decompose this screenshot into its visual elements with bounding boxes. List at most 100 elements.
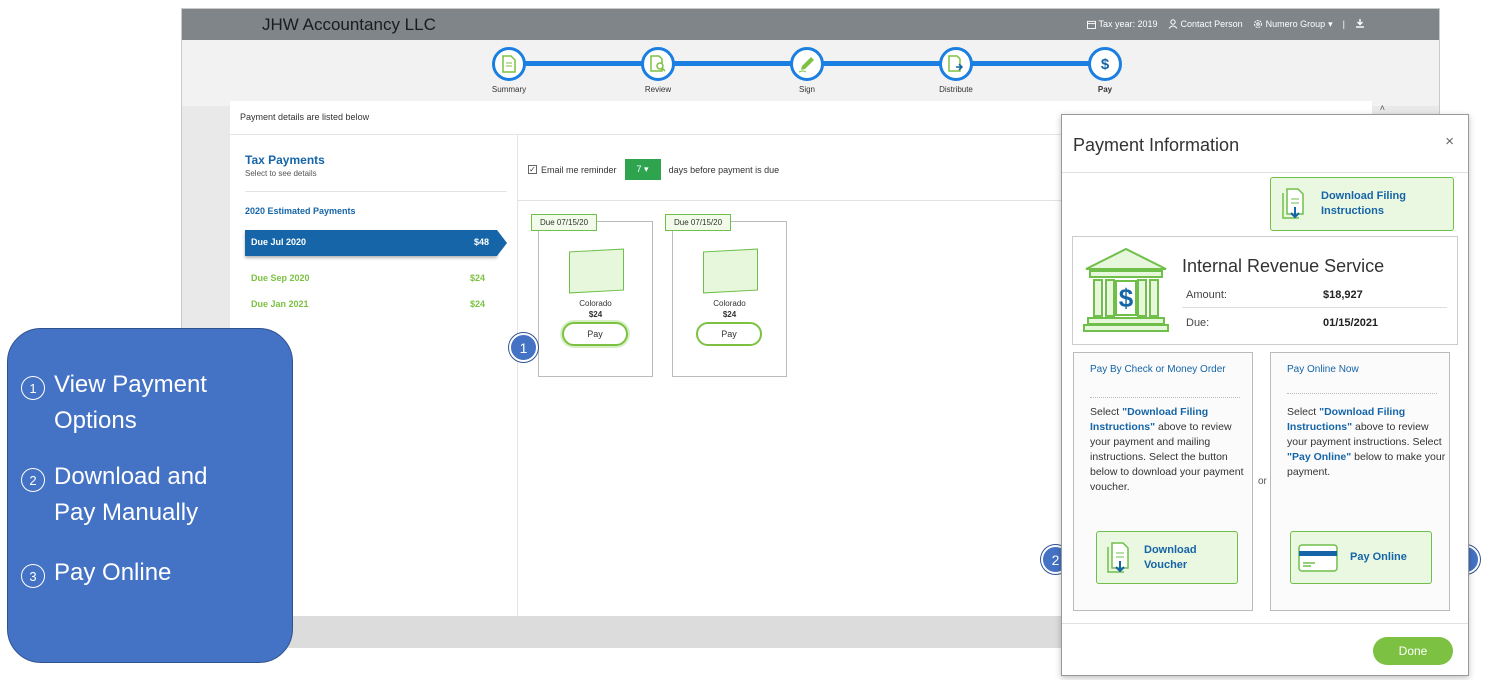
estimated-payments-title: 2020 Estimated Payments [245,206,356,216]
document-icon [492,47,526,81]
irs-payment-summary: $ Internal Revenue Service Amount: $18,9… [1072,236,1458,345]
reminder-days-dropdown[interactable]: 7 ▾ [624,159,661,180]
colorado-state-icon [569,248,624,294]
due-date-tag: Due 07/15/20 [531,214,598,231]
done-button[interactable]: Done [1373,637,1453,665]
state-name: Colorado [713,299,746,308]
due-label: Due: [1186,317,1210,329]
due-value: 01/15/2021 [1323,317,1379,329]
download-voucher-button[interactable]: Download Voucher [1096,531,1238,584]
divider [1062,623,1468,624]
callout-legend: 1 View Payment Options 2 Download and Pa… [7,328,293,663]
payment-item-label: Due Jul 2020 [251,237,307,247]
top-bar: JHW Accountancy LLC Tax year: 2019 Conta… [182,9,1439,40]
svg-text:$: $ [1119,283,1134,313]
step-pay[interactable]: $ Pay [1075,47,1135,94]
payment-item-label: Due Jan 2021 [251,299,309,309]
option-instructions: Select "Download Filing Instructions" ab… [1287,406,1446,478]
option-title: Pay By Check or Money Order [1090,364,1226,375]
button-label: Download Voucher [1144,543,1197,571]
tax-payments-subtitle: Select to see details [245,169,317,178]
contact-person-label: Contact Person [1180,19,1243,29]
separator: | [1342,19,1345,29]
divider [1287,393,1437,394]
contact-person-link[interactable]: Contact Person [1168,19,1243,29]
due-date-tag: Due 07/15/20 [665,214,732,231]
button-label: Pay Online [1350,551,1407,563]
calendar-icon [1086,20,1096,29]
workflow-stepper: Summary Review Sign Distribute $ Pay [182,40,1439,106]
amount-label: Amount: [1186,289,1227,301]
pay-button[interactable]: Pay [696,322,762,346]
callout-number: 2 [21,468,45,492]
payee-name: Internal Revenue Service [1182,256,1385,276]
payment-card: Due 07/15/20 Colorado $24 Pay [531,214,653,377]
callout-number: 3 [21,564,45,588]
payment-item[interactable]: Due Jan 2021 $24 [251,299,485,309]
document-search-icon [641,47,675,81]
callout-item: 3 Pay Online [21,555,244,591]
document-share-icon [939,47,973,81]
download-icon[interactable] [1355,18,1365,30]
state-name: Colorado [579,299,612,308]
close-icon[interactable]: × [1445,133,1454,150]
payment-card: Due 07/15/20 Colorado $24 Pay [665,214,787,377]
callout-item: 2 Download and Pay Manually [21,459,244,531]
pay-button[interactable]: Pay [562,322,628,346]
tax-payments-title: Tax Payments [245,153,325,167]
payment-item-amount: $48 [473,237,489,247]
reminder-checkbox[interactable]: ✓ [528,165,537,174]
step-label: Sign [798,85,815,94]
group-selector[interactable]: Numero Group ▾ [1253,19,1333,30]
person-icon [1168,19,1177,29]
group-label: Numero Group [1265,19,1326,29]
bank-icon: $ [1083,247,1169,332]
pen-icon [790,47,824,81]
reminder-suffix: days before payment is due [668,164,780,175]
step-summary[interactable]: Summary [479,47,539,94]
payment-item-selected[interactable]: Due Jul 2020 $48 [245,230,507,256]
marker-1: 1 [509,333,538,362]
email-reminder: ✓ Email me reminder 7 ▾ days before paym… [528,159,779,180]
step-label: Summary [491,85,527,94]
step-label: Review [644,85,672,94]
payment-item[interactable]: Due Sep 2020 $24 [251,273,485,283]
divider [1062,172,1468,173]
document-download-icon [1282,188,1304,219]
payment-information-dialog: Payment Information × Download Filing In… [1061,114,1469,676]
reminder-prefix: Email me reminder [541,164,617,175]
button-label: Download Filing Instructions [1321,190,1406,217]
divider [1182,307,1447,308]
callout-text: Download and Pay Manually [54,463,208,526]
tax-year-selector[interactable]: Tax year: 2019 [1086,19,1158,29]
step-label: Distribute [939,85,973,94]
dialog-title: Payment Information [1073,135,1240,155]
colorado-state-icon [703,248,758,294]
payment-amount: $24 [722,310,737,319]
step-review[interactable]: Review [628,47,688,94]
scroll-up-arrow-icon[interactable]: ˄ [1380,103,1385,113]
credit-card-icon [1298,543,1338,572]
pay-online-option: Pay Online Now Select "Download Filing I… [1270,352,1450,611]
step-distribute[interactable]: Distribute [926,47,986,94]
or-separator: or [1258,476,1267,487]
top-bar-actions: Tax year: 2019 Contact Person Numero Gro… [1086,18,1366,30]
divider [245,191,507,192]
step-sign[interactable]: Sign [777,47,837,94]
dollar-icon: $ [1088,47,1122,81]
callout-item: 1 View Payment Options [21,367,244,439]
gear-icon [1253,20,1262,28]
payment-item-amount: $24 [469,273,485,283]
callout-text: Pay Online [54,559,172,586]
pay-online-button[interactable]: Pay Online [1290,531,1432,584]
callout-number: 1 [21,376,45,400]
tax-year-label: Tax year: 2019 [1098,19,1158,29]
chevron-down-icon: ▾ [1328,18,1333,29]
option-title: Pay Online Now [1287,364,1359,375]
payment-item-label: Due Sep 2020 [251,273,310,283]
step-label: Pay [1097,85,1113,94]
divider [1090,397,1240,398]
download-filing-instructions-button[interactable]: Download Filing Instructions [1270,177,1454,231]
pay-by-check-option: Pay By Check or Money Order Select "Down… [1073,352,1253,611]
option-instructions: Select "Download Filing Instructions" ab… [1090,406,1244,493]
